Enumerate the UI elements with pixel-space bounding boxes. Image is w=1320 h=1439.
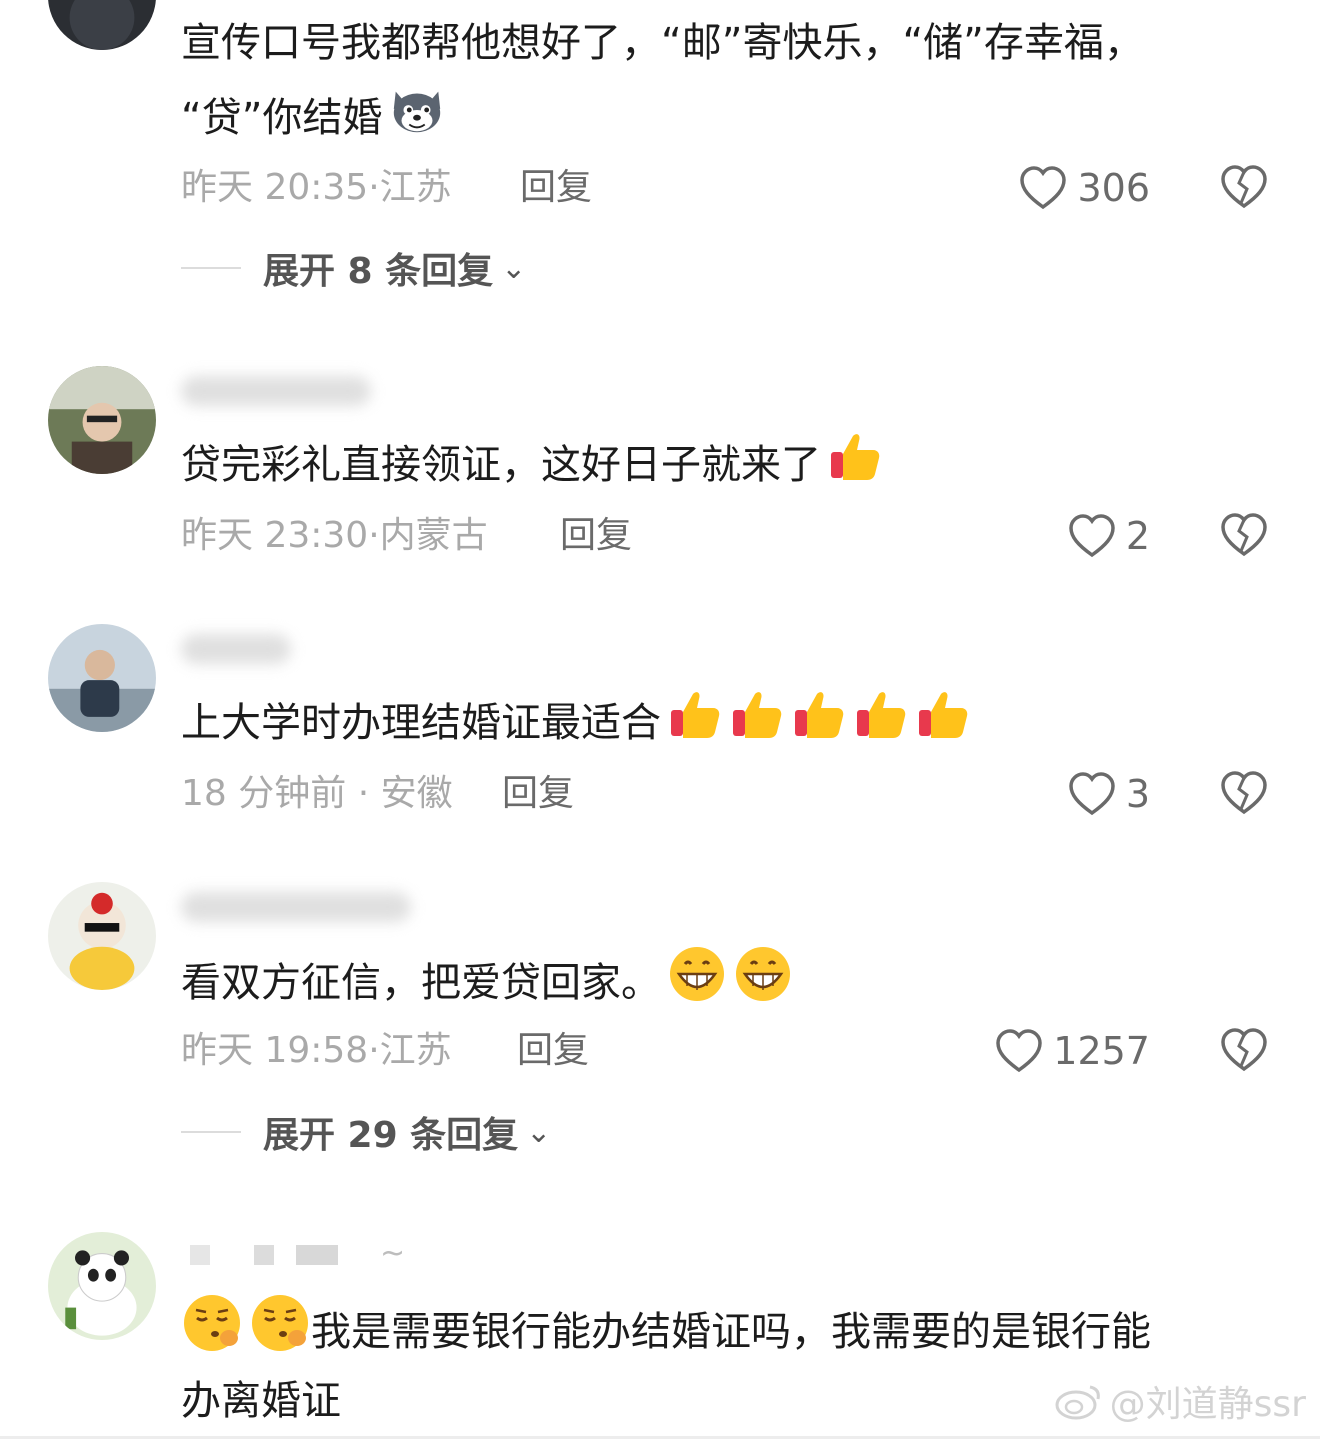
thumbs-up-emoji <box>667 686 723 764</box>
meta-separator: · <box>368 167 380 208</box>
heart-icon <box>1020 166 1067 210</box>
comment-text: 我是需要银行能办结婚证吗，我需要的是银行能 <box>181 1292 1151 1376</box>
avatar[interactable] <box>48 0 156 50</box>
like-button[interactable]: 306 <box>1019 163 1150 213</box>
username-blurred[interactable] <box>181 634 291 664</box>
comment-location: 内蒙古 <box>379 515 488 556</box>
thumbs-up-emoji <box>915 686 971 764</box>
heart-icon <box>996 1029 1043 1073</box>
comment-meta: 18 分钟前 · 安徽 <box>181 774 453 814</box>
weibo-logo-icon <box>1055 1385 1100 1420</box>
avatar[interactable] <box>48 366 156 474</box>
comment-text: 贷完彩礼直接领证，这好日子就来了 <box>181 428 883 506</box>
meta-separator: · <box>368 515 380 556</box>
username-suffix: ~ <box>380 1236 406 1271</box>
watermark: @刘道静ssr <box>1054 1375 1306 1427</box>
comment-time: 昨天 20:35 <box>181 167 369 208</box>
divider <box>181 267 241 269</box>
avatar[interactable] <box>48 882 156 990</box>
reply-button[interactable]: 回复 <box>502 774 574 814</box>
comment-text: 宣传口号我都帮他想好了，“邮”寄快乐，“储”存幸福， <box>181 20 1144 66</box>
expand-replies-button[interactable]: 展开 29 条回复 ⌄ <box>181 1110 552 1156</box>
reply-button[interactable]: 回复 <box>560 516 632 556</box>
comment-meta: 昨天 19:58·江苏 <box>181 1031 452 1071</box>
divider <box>181 1131 241 1133</box>
thumbs-up-emoji <box>791 686 847 764</box>
like-button[interactable]: 1257 <box>995 1026 1150 1076</box>
comment-location: 安徽 <box>380 773 453 814</box>
broken-heart-icon[interactable] <box>1220 769 1268 817</box>
comment-text-line: “贷”你结婚 <box>181 95 383 141</box>
comment-time: 昨天 23:30 <box>181 515 369 556</box>
chevron-down-icon: ⌄ <box>501 250 527 286</box>
username-blurred[interactable] <box>181 376 371 406</box>
meta-separator: · <box>368 1030 380 1071</box>
thumbs-up-emoji <box>853 686 909 764</box>
comment-meta: 昨天 20:35·江苏 <box>181 168 452 208</box>
username-blurred[interactable] <box>181 892 411 922</box>
comment-meta: 昨天 23:30·内蒙古 <box>181 516 488 556</box>
like-count: 3 <box>1125 772 1150 816</box>
comment-text: “贷”你结婚 <box>181 80 446 160</box>
comment-text: 看双方征信，把爱贷回家。 <box>181 944 793 1026</box>
like-button[interactable]: 2 <box>1068 511 1150 561</box>
like-count: 306 <box>1077 166 1150 210</box>
comment-text: 办离婚证 <box>181 1378 341 1424</box>
meta-separator: · <box>357 773 370 814</box>
like-count: 1257 <box>1053 1029 1150 1073</box>
comment-time: 18 分钟前 <box>181 773 347 814</box>
broken-heart-icon[interactable] <box>1220 163 1268 211</box>
comment-text-line: 我是需要银行能办结婚证吗，我需要的是银行能 <box>311 1309 1151 1355</box>
comment-text-line: 上大学时办理结婚证最适合 <box>181 700 661 746</box>
username-blurred[interactable] <box>190 1245 340 1267</box>
relieved-face-emoji <box>249 1292 311 1376</box>
expand-label: 展开 8 条回复 <box>263 251 494 292</box>
grinning-face-emoji <box>733 944 793 1026</box>
relieved-face-emoji <box>181 1292 243 1376</box>
broken-heart-icon[interactable] <box>1220 1026 1268 1074</box>
reply-button[interactable]: 回复 <box>520 168 592 208</box>
heart-icon <box>1069 772 1115 816</box>
reply-button[interactable]: 回复 <box>517 1031 589 1071</box>
heart-icon <box>1069 514 1115 558</box>
grinning-face-emoji <box>667 944 727 1026</box>
watermark-text: @刘道静ssr <box>1109 1384 1306 1425</box>
comment-location: 江苏 <box>379 1030 452 1071</box>
comment-text-line: 看双方征信，把爱贷回家。 <box>181 960 661 1006</box>
comment-time: 昨天 19:58 <box>181 1030 369 1071</box>
avatar[interactable] <box>48 624 156 732</box>
chevron-down-icon: ⌄ <box>526 1114 552 1150</box>
expand-replies-button[interactable]: 展开 8 条回复 ⌄ <box>181 246 527 292</box>
like-button[interactable]: 3 <box>1068 769 1150 819</box>
avatar[interactable] <box>48 1232 156 1340</box>
husky-face-emoji <box>388 80 446 160</box>
thumbs-up-emoji <box>827 428 883 506</box>
comment-text-line: 贷完彩礼直接领证，这好日子就来了 <box>181 442 821 488</box>
thumbs-up-emoji <box>729 686 785 764</box>
broken-heart-icon[interactable] <box>1220 511 1268 559</box>
comment-location: 江苏 <box>379 167 452 208</box>
comment-text: 上大学时办理结婚证最适合 <box>181 686 971 764</box>
expand-label: 展开 29 条回复 <box>263 1115 519 1156</box>
like-count: 2 <box>1125 514 1150 558</box>
